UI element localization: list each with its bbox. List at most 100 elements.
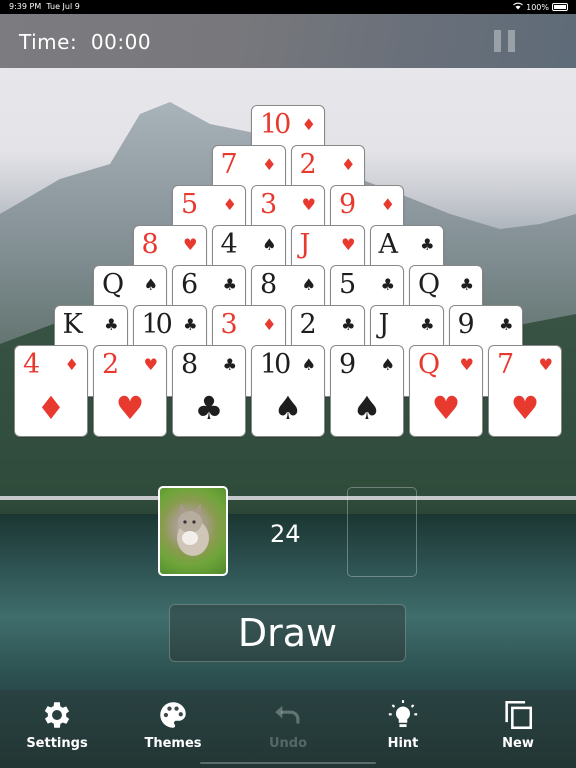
card-rank: 3 (220, 309, 238, 340)
card-rank: Q (418, 349, 441, 380)
card-suit-icon: ♦ (301, 115, 316, 134)
themes-label: Themes (144, 736, 202, 751)
themes-button[interactable]: Themes (133, 698, 213, 751)
card-rank: 5 (339, 269, 357, 300)
timer: Time: 00:00 (19, 30, 151, 54)
card-rank: 6 (181, 269, 199, 300)
wifi-icon (513, 2, 524, 12)
card-rank: A (378, 229, 399, 260)
status-date: Tue Jul 9 (46, 2, 80, 11)
card-rank: J (378, 309, 390, 340)
waste-pile-slot[interactable] (347, 487, 417, 577)
card-center-suit-icon: ♣ (194, 389, 224, 427)
card-suit-icon: ♥ (459, 355, 474, 374)
card-suit-icon: ♠ (262, 235, 277, 254)
bottom-toolbar: Settings Themes Undo Hint New (0, 690, 576, 768)
new-game-label: New (502, 736, 534, 751)
card-suit-icon: ♣ (380, 275, 395, 294)
card-rank: 5 (181, 189, 199, 220)
card-suit-icon: ♦ (262, 155, 277, 174)
hint-button[interactable]: Hint (363, 698, 443, 751)
card-suit-icon: ♣ (420, 315, 435, 334)
card-suit-icon: ♠ (380, 355, 395, 374)
card-suit-icon: ♦ (380, 195, 395, 214)
card-rank: 7 (497, 349, 515, 380)
pyramid-card[interactable]: 2 ♥ ♥ (94, 346, 166, 436)
card-rank: 9 (457, 309, 475, 340)
undo-label: Undo (268, 736, 308, 751)
card-suit-icon: ♠ (301, 275, 316, 294)
card-center-suit-icon: ♠ (352, 389, 382, 427)
pyramid-card[interactable]: Q ♥ ♥ (410, 346, 482, 436)
home-indicator (200, 762, 376, 764)
card-rank: 2 (102, 349, 120, 380)
lightbulb-icon (363, 698, 443, 732)
card-rank: 10 (260, 109, 291, 140)
battery-icon (552, 3, 568, 11)
new-game-button[interactable]: New (478, 698, 558, 751)
card-rank: 7 (220, 149, 238, 180)
card-suit-icon: ♣ (104, 315, 119, 334)
card-suit-icon: ♣ (183, 315, 198, 334)
status-bar: 9:39 PM Tue Jul 9 100% (0, 0, 576, 14)
card-rank: J (299, 229, 311, 260)
pyramid-card[interactable]: 8 ♣ ♣ (173, 346, 245, 436)
battery-percent: 100% (526, 2, 549, 12)
stock-count: 24 (270, 520, 301, 548)
card-rank: 4 (220, 229, 238, 260)
card-rank: Q (418, 269, 441, 300)
pyramid-card[interactable]: 10 ♠ ♠ (252, 346, 324, 436)
card-rank: 8 (141, 229, 159, 260)
hint-label: Hint (387, 736, 419, 751)
card-suit-icon: ♦ (341, 155, 356, 174)
pyramid-card[interactable]: 4 ♦ ♦ (15, 346, 87, 436)
undo-icon (248, 698, 328, 732)
undo-button[interactable]: Undo (248, 698, 328, 751)
settings-button[interactable]: Settings (17, 698, 97, 751)
card-rank: 9 (339, 189, 357, 220)
card-rank: 2 (299, 309, 317, 340)
pause-icon (494, 30, 501, 52)
card-suit-icon: ♣ (499, 315, 514, 334)
card-suit-icon: ♣ (222, 275, 237, 294)
card-rank: 10 (260, 349, 291, 380)
kitten-card-back-image (177, 503, 209, 556)
pause-button[interactable] (494, 30, 516, 52)
card-rank: 2 (299, 149, 317, 180)
card-suit-icon: ♣ (420, 235, 435, 254)
card-center-suit-icon: ♥ (431, 389, 461, 427)
card-suit-icon: ♥ (341, 235, 356, 254)
pyramid-card[interactable]: 7 ♥ ♥ (489, 346, 561, 436)
timer-label: Time: (19, 30, 78, 54)
status-time: 9:39 PM Tue Jul 9 (9, 2, 80, 11)
card-center-suit-icon: ♦ (36, 389, 66, 427)
card-center-suit-icon: ♠ (273, 389, 303, 427)
card-suit-icon: ♣ (459, 275, 474, 294)
card-rank: 4 (23, 349, 41, 380)
stock-pile[interactable] (158, 486, 228, 576)
draw-button[interactable]: Draw (169, 604, 406, 662)
copy-cards-icon (478, 698, 558, 732)
card-suit-icon: ♣ (222, 355, 237, 374)
pyramid-card[interactable]: 9 ♠ ♠ (331, 346, 403, 436)
card-suit-icon: ♥ (538, 355, 553, 374)
card-suit-icon: ♠ (143, 275, 158, 294)
card-suit-icon: ♥ (301, 195, 316, 214)
timer-value: 00:00 (90, 30, 152, 54)
card-suit-icon: ♦ (64, 355, 79, 374)
card-suit-icon: ♦ (262, 315, 277, 334)
card-rank: 8 (260, 269, 278, 300)
card-suit-icon: ♠ (301, 355, 316, 374)
card-center-suit-icon: ♥ (510, 389, 540, 427)
card-suit-icon: ♥ (143, 355, 158, 374)
card-suit-icon: ♣ (341, 315, 356, 334)
palette-icon (133, 698, 213, 732)
card-rank: 9 (339, 349, 357, 380)
card-suit-icon: ♦ (222, 195, 237, 214)
top-bar: Time: 00:00 (0, 14, 576, 68)
card-suit-icon: ♥ (183, 235, 198, 254)
card-rank: K (62, 309, 83, 340)
settings-label: Settings (26, 736, 88, 751)
gear-icon (17, 698, 97, 732)
card-center-suit-icon: ♥ (115, 389, 145, 427)
